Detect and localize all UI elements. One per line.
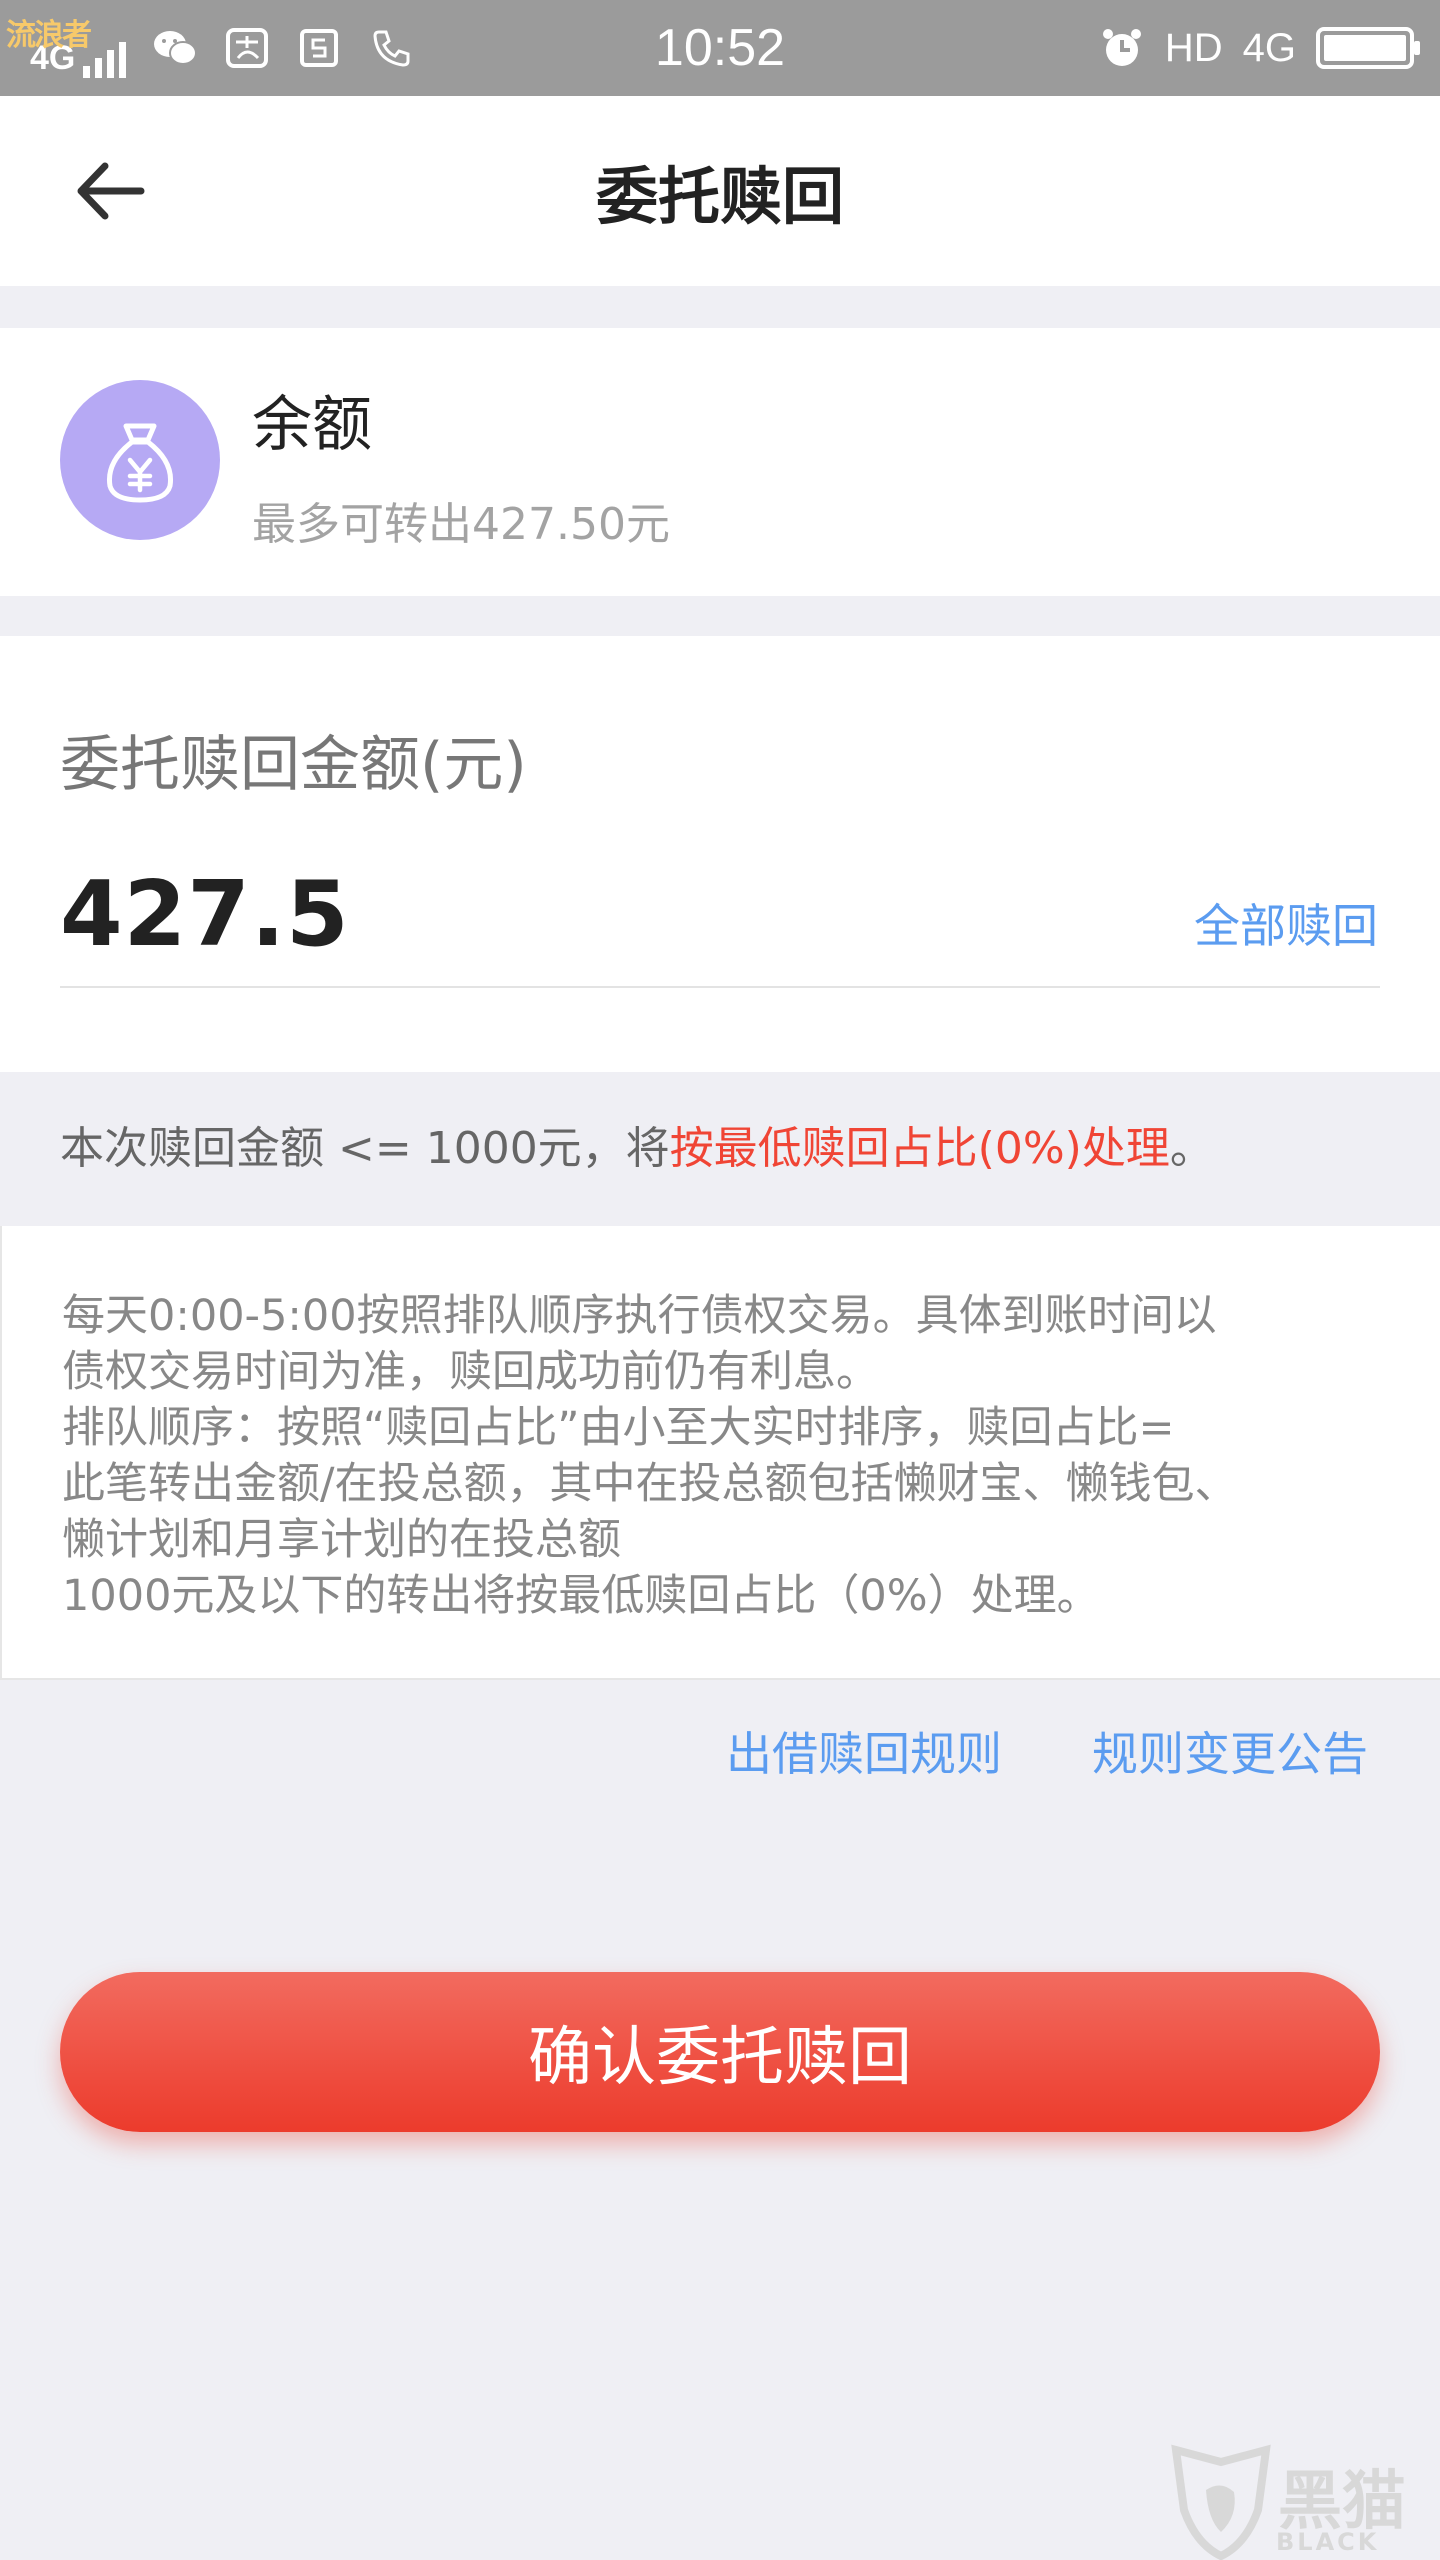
status-left: 流浪者 4G <box>6 0 414 96</box>
alipay-icon <box>224 25 270 71</box>
rules-line: 每天0:00-5:00按照排队顺序执行债权交易。具体到账时间以 <box>62 1291 1217 1341</box>
redeem-all-link[interactable]: 全部赎回 <box>1194 890 1378 956</box>
battery-icon <box>1316 27 1420 69</box>
network-indicator: 流浪者 4G <box>6 19 127 78</box>
battery-level <box>1324 35 1406 61</box>
rules-line: 排队顺序：按照“赎回占比”由小至大实时排序，赎回占比= <box>62 1403 1175 1453</box>
page-title: 委托赎回 <box>595 160 844 233</box>
rules-card: 每天0:00-5:00按照排队顺序执行债权交易。具体到账时间以 债权交易时间为准… <box>0 1226 1440 1680</box>
wechat-icon <box>152 25 198 71</box>
redeem-notice: 本次赎回金额 <= 1000元，将按最低赎回占比(0%)处理。 <box>60 1112 1214 1176</box>
nav-header: 委托赎回 <box>0 96 1440 286</box>
money-bag-icon <box>106 423 174 503</box>
balance-available: 最多可转出427.50元 <box>252 499 670 550</box>
amount-card: 委托赎回金额(元) 427.5 全部赎回 <box>0 636 1440 1072</box>
black-cat-watermark: 黑猫 BLACK CAT <box>1160 2440 1440 2560</box>
cat-shield-icon <box>1171 2444 1271 2560</box>
notice-prefix: 本次赎回金额 <= 1000元，将 <box>60 1123 670 1174</box>
balance-card[interactable]: 余额 最多可转出427.50元 <box>0 328 1440 596</box>
rules-line: 懒计划和月享计划的在投总额 <box>62 1515 621 1565</box>
notice-highlight: 按最低赎回占比(0%)处理 <box>669 1123 1170 1174</box>
status-right: HD 4G <box>1099 0 1420 96</box>
phone-icon <box>368 25 414 71</box>
rules-line: 1000元及以下的转出将按最低赎回占比（0%）处理。 <box>62 1571 1100 1621</box>
balance-avatar <box>60 380 220 540</box>
rule-change-announcement-link[interactable]: 规则变更公告 <box>1092 1718 1368 1784</box>
rules-text: 每天0:00-5:00按照排队顺序执行债权交易。具体到账时间以 债权交易时间为准… <box>62 1288 1402 1624</box>
amount-label: 委托赎回金额(元) <box>60 730 527 800</box>
hd-label: HD <box>1164 25 1223 70</box>
amount-input[interactable]: 427.5 <box>60 862 350 967</box>
back-button[interactable] <box>70 151 150 231</box>
arrow-left-icon <box>77 162 145 220</box>
redeem-rules-link[interactable]: 出借赎回规则 <box>726 1718 1002 1784</box>
status-bar: 流浪者 4G 10:52 HD 4G <box>0 0 1440 96</box>
dollar-box-icon <box>296 25 342 71</box>
input-underline <box>60 986 1380 988</box>
balance-title: 余额 <box>252 390 372 460</box>
rules-line: 债权交易时间为准，赎回成功前仍有利息。 <box>62 1347 879 1397</box>
watermark-text: 流浪者 <box>6 19 92 52</box>
4g-label: 4G <box>1242 25 1296 70</box>
rules-line: 此笔转出金额/在投总额，其中在投总额包括懒财宝、懒钱包、 <box>62 1459 1238 1509</box>
notice-suffix: 。 <box>1169 1123 1214 1174</box>
alarm-icon <box>1099 25 1145 71</box>
confirm-redeem-button[interactable]: 确认委托赎回 <box>60 1972 1380 2132</box>
watermark-brand-sub: BLACK CAT <box>1276 2528 1380 2560</box>
